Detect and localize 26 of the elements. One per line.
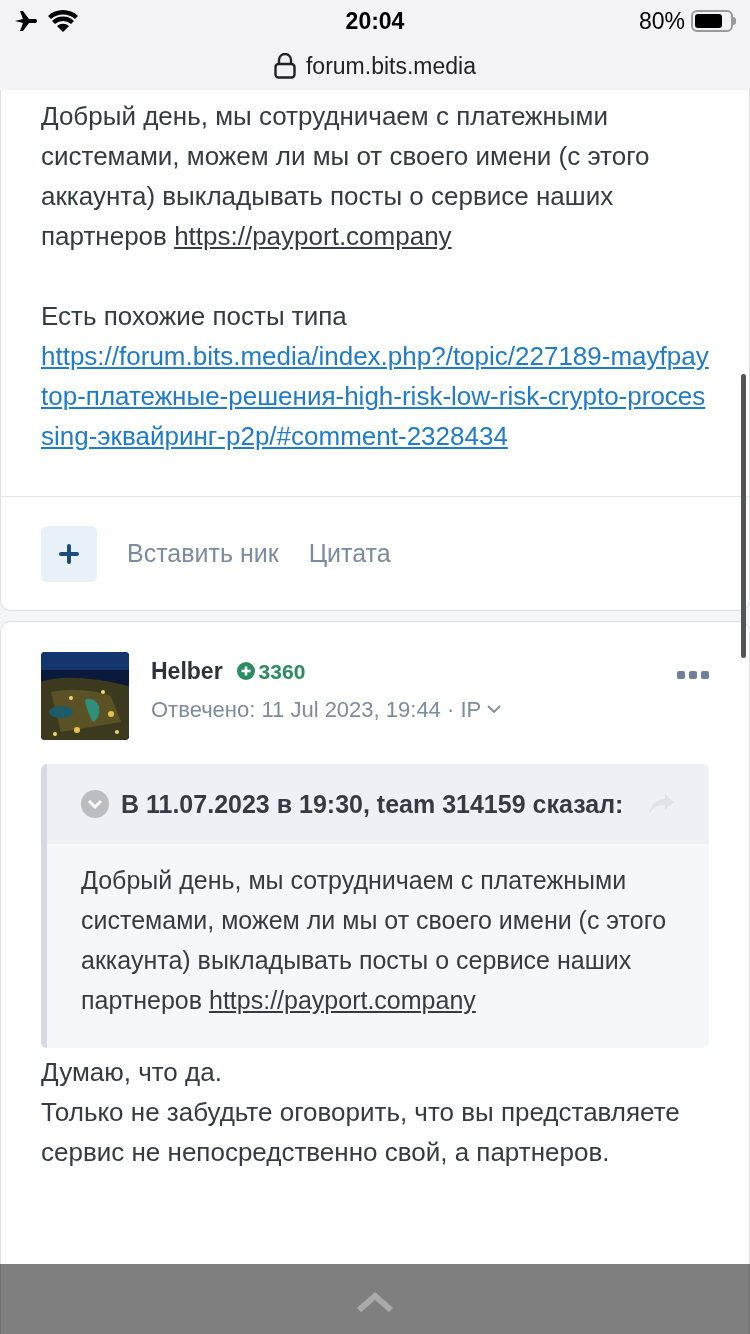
post-paragraph: Добрый день, мы сотрудничаем с платежными системами, можем ли мы от своего имени (с этого аккаунта) выкладывать посты о сервисе наших партнеров https://payport.company — [41, 100, 651, 253]
post-link[interactable]: https://forum.bits.media/index.php?/topic/227189-mayfpaytop-платежные-решения-high-risk-low-risk-crypto-processing-эквайринг-p2p/#comment-2328434 — [41, 336, 709, 456]
chevron-down-icon[interactable] — [81, 790, 109, 818]
more-icon[interactable] — [677, 670, 709, 680]
reputation-score: 3360 — [236, 655, 306, 687]
chevron-down-icon[interactable] — [487, 704, 502, 714]
battery-percent: 80% — [638, 6, 685, 36]
plus-icon — [59, 543, 79, 564]
airplane-icon — [14, 11, 38, 31]
post-meta: Отвечено: 11 Jul 2023, 19:44 · IP — [151, 695, 482, 724]
quote-header: В 11.07.2023 в 19:30, team 314159 сказал: — [121, 789, 625, 820]
address-url[interactable]: forum.bits.media — [306, 48, 476, 84]
battery-icon — [691, 10, 736, 32]
wifi-icon — [48, 10, 78, 32]
post-paragraph: Добрый день, мы сотрудничаем с платежными системами, можем ли мы от своего имени (с этого аккаунта) выкладывать посты о сервисе наших партнеров https://payport.company — [81, 865, 668, 1016]
plus-circle-icon — [236, 662, 255, 681]
post-paragraph: Только не забудьте оговорить, что вы представляете сервис не непосредственно свой, а партнеров. — [41, 1096, 681, 1169]
chevron-up-icon[interactable] — [355, 1292, 395, 1312]
post-link[interactable]: https://payport.company — [209, 986, 476, 1014]
author-name[interactable]: Helber — [151, 654, 223, 689]
post-link[interactable]: https://payport.company — [174, 221, 452, 251]
post-paragraph: Есть похожие посты типа — [41, 300, 348, 333]
post-paragraph: Думаю, что да. — [41, 1056, 223, 1089]
add-button[interactable] — [41, 525, 97, 582]
clock-time: 20:04 — [345, 6, 405, 36]
lock-icon — [274, 53, 296, 79]
